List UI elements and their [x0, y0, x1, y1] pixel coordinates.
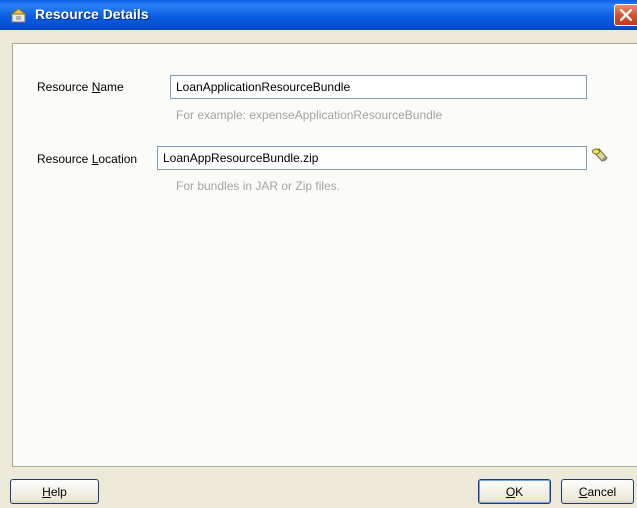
content-panel: Resource Name LoanApplicationResourceBun… — [12, 43, 637, 467]
cancel-button[interactable]: Cancel — [561, 479, 634, 504]
resource-name-hint: For example: expenseApplicationResourceB… — [176, 108, 443, 122]
resource-bundle-icon — [9, 6, 29, 24]
resource-name-label: Resource Name — [37, 80, 124, 94]
window-title: Resource Details — [35, 6, 149, 22]
resource-location-hint: For bundles in JAR or Zip files. — [176, 179, 341, 193]
resource-name-field[interactable]: LoanApplicationResourceBundle — [170, 75, 587, 99]
title-bar[interactable]: Resource Details — [0, 0, 637, 30]
flashlight-browse-icon[interactable] — [590, 147, 610, 165]
help-button[interactable]: Help — [10, 479, 99, 504]
close-button[interactable] — [614, 4, 637, 26]
ok-button[interactable]: OK — [478, 479, 551, 504]
resource-location-label: Resource Location — [37, 152, 138, 166]
close-icon — [620, 9, 632, 21]
resource-location-field[interactable]: LoanAppResourceBundle.zip — [157, 146, 587, 170]
